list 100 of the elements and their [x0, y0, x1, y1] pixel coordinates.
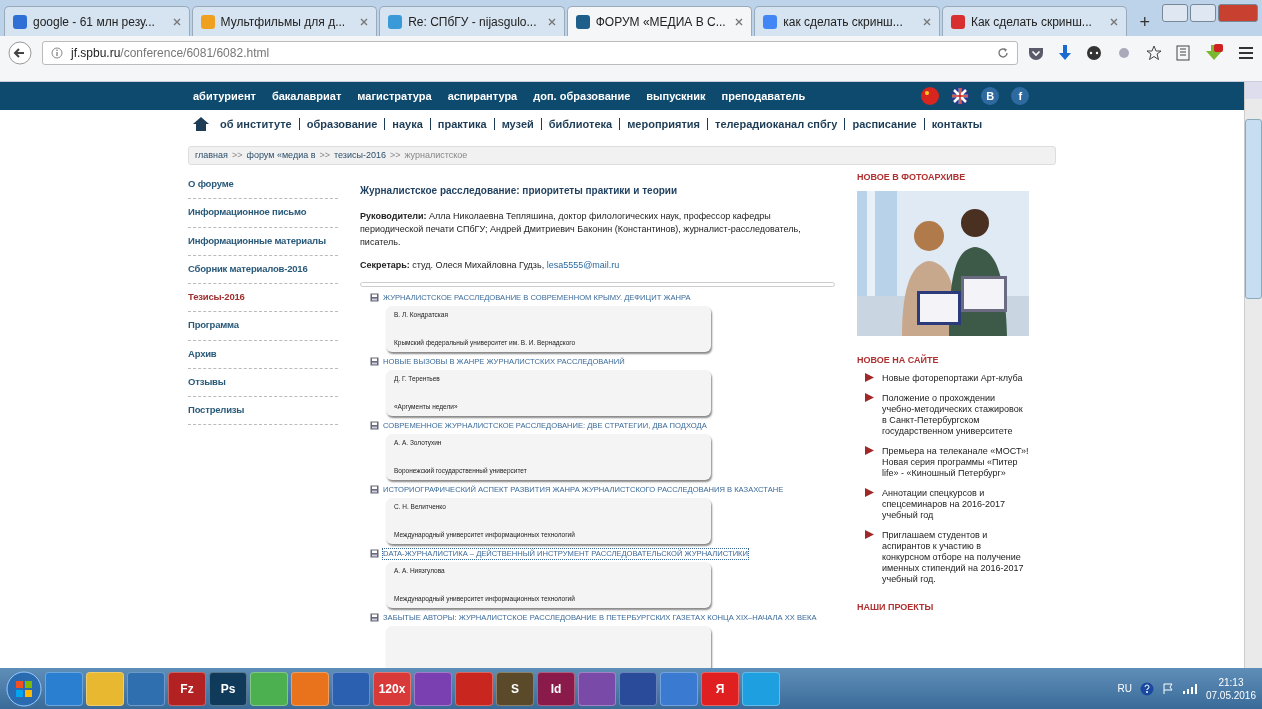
extension-icon[interactable] [1204, 44, 1224, 62]
nav-link[interactable]: музей [494, 118, 542, 130]
taskbar-button[interactable] [86, 671, 124, 706]
social-button[interactable]: B [981, 87, 1000, 105]
nav-link[interactable]: библиотека [541, 118, 621, 130]
tab-title: Как сделать скринш... [970, 13, 1092, 31]
top-menu-link[interactable]: абитуриент [193, 87, 256, 105]
address-bar[interactable]: jf.spbu.ru/conference/6081/6082.html [42, 41, 1018, 65]
secretary-text: Секретарь: студ. Олеся Михайловна Гудзь, [360, 260, 545, 270]
close-icon[interactable] [735, 17, 744, 26]
browser-tab[interactable]: Мультфильмы для д... [191, 6, 378, 36]
network-icon[interactable] [1181, 682, 1198, 695]
document-icon [370, 485, 379, 494]
browser-tab[interactable]: Как сделать скринш... [941, 6, 1128, 36]
menu-icon[interactable] [1238, 46, 1254, 60]
taskbar-button[interactable] [127, 671, 165, 706]
start-button[interactable] [6, 670, 42, 707]
taskbar-button[interactable]: Fz [168, 671, 206, 706]
taskbar-button[interactable] [578, 671, 616, 706]
minimize-button[interactable] [1162, 4, 1188, 22]
document-icon [370, 549, 379, 558]
flag-icon[interactable] [921, 87, 940, 105]
sidebar-link[interactable]: Архив [188, 340, 338, 369]
tab-title: ФОРУМ «МЕДИА В С... [595, 13, 726, 31]
nav-link[interactable]: об институте [213, 118, 300, 130]
sidebar-link[interactable]: О форуме [188, 171, 338, 200]
news-link[interactable]: Премьера на телеканале «МОСТ»! Новая серия программы «Питер life» - «Киношный Петербург» [882, 446, 1029, 479]
breadcrumb-link[interactable]: форум «медиа в [246, 148, 316, 163]
star-icon[interactable] [1146, 45, 1162, 61]
bookmarks-icon[interactable] [1176, 45, 1190, 61]
help-icon[interactable] [1139, 681, 1154, 696]
taskbar-button[interactable] [414, 671, 452, 706]
breadcrumb-link[interactable]: тезисы-2016 [334, 148, 386, 163]
top-menu-link[interactable]: магистратура [357, 87, 432, 105]
sidebar-link[interactable]: Отзывы [188, 368, 338, 397]
scrollbar[interactable] [1244, 82, 1262, 668]
breadcrumb-link[interactable]: главная [195, 148, 228, 163]
news-link[interactable]: Аннотации спецкурсов и спецсеминаров на 2016-2017 учебный год [882, 488, 1029, 521]
nav-link[interactable]: расписание [845, 118, 925, 130]
taskbar-button[interactable]: Ps [209, 671, 247, 706]
close-icon[interactable] [360, 17, 369, 26]
top-menu-link[interactable]: доп. образование [533, 87, 631, 105]
sidebar-link[interactable]: Сборник материалов-2016 [188, 255, 338, 284]
document-icon [370, 357, 379, 366]
sidebar-link[interactable]: Информационные материалы [188, 227, 338, 256]
section-heading: НОВОЕ В ФОТОАРХИВЕ [857, 171, 967, 184]
nav-link[interactable]: телерадиоканал спбгу [708, 118, 846, 130]
taskbar-button[interactable] [619, 671, 657, 706]
chat-icon[interactable] [1086, 45, 1102, 61]
sidebar-link[interactable]: Пострелизы [188, 397, 338, 426]
flag-icon[interactable] [951, 87, 970, 105]
section-heading: НАШИ ПРОЕКТЫ [857, 601, 935, 614]
top-menu-link[interactable]: аспирантура [447, 87, 518, 105]
taskbar-button[interactable] [332, 671, 370, 706]
clock-time[interactable]: 21:13 [1205, 675, 1256, 689]
browser-tab[interactable]: как сделать скринш... [754, 6, 940, 36]
browser-tab[interactable]: Re: СПбГУ - nijasgulo... [379, 6, 565, 36]
new-tab-button[interactable]: + [1129, 9, 1160, 36]
nav-link[interactable]: наука [385, 118, 431, 130]
clock-date[interactable]: 07.05.2016 [1205, 688, 1256, 702]
document-icon [370, 613, 379, 622]
download-icon[interactable] [1058, 45, 1072, 61]
nav-link[interactable]: контакты [924, 118, 990, 130]
language-indicator[interactable]: RU [1117, 681, 1132, 696]
section-heading: НОВОЕ НА САЙТЕ [857, 353, 940, 367]
nav-link[interactable]: образование [299, 118, 386, 130]
reload-icon[interactable] [997, 47, 1009, 59]
tab-title: Мультфильмы для д... [220, 13, 346, 31]
top-menu-link[interactable]: выпускник [646, 87, 706, 105]
browser-tab[interactable]: ФОРУМ «МЕДИА В С... [566, 6, 753, 36]
taskbar-button[interactable]: 120x [373, 671, 411, 706]
sidebar-link[interactable]: Тезисы-2016 [188, 284, 338, 313]
document-icon [370, 421, 379, 430]
news-link[interactable]: Положение о прохождении учебно-методических стажировок в Санкт-Петербургском государственном университете [882, 393, 1029, 437]
news-link[interactable]: Приглашаем студентов и аспирантов к участию в конкурсном отборе на получение именных стипендий на 2016-2017 учебный год. [882, 530, 1029, 585]
info-icon [51, 47, 63, 59]
sidebar-link[interactable]: Информационное письмо [188, 199, 338, 228]
taskbar-button[interactable] [250, 671, 288, 706]
taskbar-button[interactable]: Я [701, 671, 739, 706]
url-text: jf.spbu.ru/conference/6081/6082.html [71, 45, 270, 62]
breadcrumb-separator: >> [319, 148, 330, 162]
email-link[interactable]: lesa5555@mail.ru [546, 260, 620, 270]
top-menu-link[interactable]: бакалавриат [271, 87, 342, 105]
social-button[interactable]: f [1011, 87, 1030, 105]
browser-tab[interactable]: google - 61 млн резу... [4, 6, 190, 36]
sidebar-link[interactable]: Программа [188, 312, 338, 341]
close-icon[interactable] [1110, 17, 1119, 26]
close-icon[interactable] [172, 17, 181, 26]
news-link[interactable]: Новые фоторепортажи Арт-клуба [882, 373, 1023, 384]
maximize-button[interactable] [1190, 4, 1216, 22]
nav-link[interactable]: мероприятия [620, 118, 708, 130]
nav-link[interactable]: практика [430, 118, 495, 130]
taskbar-button[interactable]: Id [537, 671, 575, 706]
taskbar-button[interactable]: S [496, 671, 534, 706]
close-icon[interactable] [922, 17, 931, 26]
back-icon[interactable] [8, 41, 32, 65]
home-icon[interactable] [193, 117, 209, 131]
pocket-icon[interactable] [1028, 46, 1044, 60]
close-icon[interactable] [547, 17, 556, 26]
top-menu-link[interactable]: преподаватель [721, 87, 806, 105]
